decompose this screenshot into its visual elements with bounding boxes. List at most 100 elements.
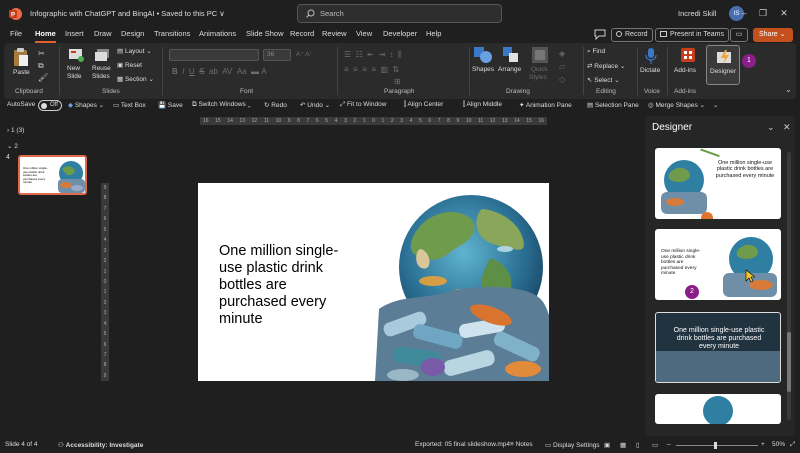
bold-icon[interactable]: B bbox=[172, 67, 178, 76]
fit-slide-icon[interactable]: ⤢ bbox=[790, 441, 795, 449]
reset-button[interactable]: ▣ Reset bbox=[117, 61, 142, 69]
design-idea-4[interactable] bbox=[655, 394, 781, 424]
slide-thumbnail-4[interactable]: One million single-use plastic drink bot… bbox=[18, 155, 87, 195]
tab-view[interactable]: View bbox=[356, 29, 372, 38]
scrollbar-thumb[interactable] bbox=[787, 332, 791, 392]
user-name[interactable]: Incredi Skill bbox=[678, 9, 716, 18]
reading-view-icon[interactable]: ▯ bbox=[636, 441, 640, 449]
addins-icon[interactable] bbox=[680, 47, 696, 63]
section-2[interactable]: ⌄ 2 bbox=[7, 142, 18, 150]
display-settings-button[interactable]: ▭ Display Settings bbox=[545, 441, 600, 449]
zoom-level[interactable]: 50% bbox=[772, 441, 785, 448]
microphone-icon[interactable] bbox=[645, 47, 657, 65]
arrange-icon[interactable] bbox=[502, 46, 520, 64]
zoom-in-icon[interactable]: + bbox=[761, 441, 765, 448]
pane-close-icon[interactable]: ✕ bbox=[783, 122, 791, 133]
textbox-button[interactable]: ▭ Text Box bbox=[113, 101, 146, 109]
select-button[interactable]: ↖ Select ⌄ bbox=[587, 76, 620, 84]
convert-smartart-icon[interactable]: ⊞ bbox=[394, 77, 401, 86]
tab-review[interactable]: Review bbox=[322, 29, 347, 38]
align-center-button[interactable]: ⫿ Align Center bbox=[404, 101, 443, 109]
design-idea-2[interactable]: One million single-use plastic drink bot… bbox=[655, 229, 781, 300]
tab-transitions[interactable]: Transitions bbox=[154, 29, 190, 38]
minimize-icon[interactable]: – bbox=[737, 6, 751, 20]
highlight-icon[interactable]: ▬ bbox=[251, 67, 259, 76]
tab-design[interactable]: Design bbox=[121, 29, 144, 38]
document-title[interactable]: Infographic with ChatGPT and BingAI • Sa… bbox=[30, 9, 225, 18]
italic-icon[interactable]: I bbox=[182, 67, 184, 76]
font-size-box[interactable]: 36 bbox=[263, 49, 291, 61]
group-drawing-label: Drawing bbox=[506, 88, 530, 95]
animation-pane-button[interactable]: ✦ Animation Pane bbox=[519, 101, 572, 109]
tab-file[interactable]: File bbox=[10, 29, 22, 38]
share-button[interactable]: Share ⌄ bbox=[753, 28, 793, 42]
tab-home[interactable]: Home bbox=[35, 29, 56, 38]
maximize-icon[interactable]: ❐ bbox=[756, 6, 770, 20]
tab-record[interactable]: Record bbox=[290, 29, 314, 38]
quick-styles-icon[interactable] bbox=[531, 46, 549, 64]
align-icons[interactable]: ≡ ≡ ≡ ≡ ▥ ⇅ bbox=[344, 65, 399, 74]
cut-icon[interactable]: ✂ bbox=[38, 49, 45, 58]
save-button[interactable]: 💾 Save bbox=[158, 101, 183, 109]
new-slide-icon[interactable] bbox=[68, 48, 84, 62]
font-format-icons[interactable]: B I U S ab AV Aa ▬ A bbox=[172, 67, 267, 76]
format-painter-icon[interactable]: 🖌 bbox=[38, 73, 48, 82]
shapes-icon[interactable] bbox=[473, 46, 493, 64]
grow-font-icon[interactable]: A⁺ A⁻ bbox=[296, 50, 313, 58]
tab-animations[interactable]: Animations bbox=[199, 29, 236, 38]
tab-insert[interactable]: Insert bbox=[65, 29, 84, 38]
replace-button[interactable]: ⇄ Replace ⌄ bbox=[587, 62, 625, 70]
designer-scrollbar[interactable] bbox=[787, 152, 791, 420]
fit-to-window-button[interactable]: ⤢ Fit to Window bbox=[340, 101, 386, 109]
reuse-slides-icon[interactable] bbox=[94, 48, 110, 62]
zoom-slider[interactable] bbox=[676, 442, 758, 449]
notes-button[interactable]: ≡ Notes bbox=[510, 441, 533, 448]
copy-icon[interactable]: ⧉ bbox=[38, 61, 44, 71]
design-idea-1[interactable]: One million single-use plastic drink bot… bbox=[655, 148, 781, 219]
paste-icon[interactable] bbox=[12, 47, 30, 67]
accessibility-status[interactable]: ⚇ Accessibility: Investigate bbox=[58, 441, 143, 449]
tab-help[interactable]: Help bbox=[426, 29, 441, 38]
font-name-box[interactable] bbox=[169, 49, 259, 61]
undo-button[interactable]: ↶ Undo ⌄ bbox=[300, 101, 330, 109]
comments-icon[interactable] bbox=[594, 29, 607, 41]
slideshow-view-icon[interactable]: ▭ bbox=[652, 441, 658, 449]
record-button[interactable]: Record bbox=[611, 28, 653, 42]
tab-developer[interactable]: Developer bbox=[383, 29, 417, 38]
underline-icon[interactable]: U bbox=[189, 67, 195, 76]
strikethrough-icon[interactable]: S bbox=[199, 67, 204, 76]
zoom-slider-thumb[interactable] bbox=[714, 442, 717, 449]
design-idea-3[interactable]: One million single-use plastic drink bot… bbox=[655, 312, 781, 383]
section-1[interactable]: › 1 (3) bbox=[7, 127, 24, 134]
tab-slide-show[interactable]: Slide Show bbox=[246, 29, 284, 38]
shape-outline-icon[interactable]: ▱ bbox=[559, 62, 565, 71]
slide-sorter-icon[interactable]: ▦ bbox=[620, 441, 626, 449]
globe-plastic-bottles-image[interactable] bbox=[373, 189, 549, 381]
customize-qat-icon[interactable]: ⌄ bbox=[713, 101, 718, 109]
font-color-icon[interactable]: A bbox=[261, 67, 266, 76]
find-button[interactable]: ⌕ Find bbox=[587, 48, 605, 56]
align-middle-button[interactable]: ⫿ Align Middle bbox=[463, 101, 502, 109]
section-button[interactable]: ▦ Section ⌄ bbox=[117, 75, 154, 83]
shape-fill-icon[interactable]: ◈ bbox=[559, 49, 565, 58]
list-icons[interactable]: ☰ ☷ ⇤ ⇥ ↕ ⫼ bbox=[344, 50, 402, 60]
close-icon[interactable]: ✕ bbox=[777, 6, 791, 20]
present-in-teams-button[interactable]: Present in Teams bbox=[655, 28, 729, 42]
shapes-qat-button[interactable]: ◆ Shapes ⌄ bbox=[68, 101, 104, 109]
zoom-out-icon[interactable]: – bbox=[667, 441, 671, 448]
switch-windows-button[interactable]: ⧉ Switch Windows ⌄ bbox=[192, 101, 251, 109]
tab-draw[interactable]: Draw bbox=[94, 29, 112, 38]
slide-canvas[interactable]: One million single-use plastic drink bot… bbox=[198, 183, 549, 381]
slide-title-text[interactable]: One million single-use plastic drink bot… bbox=[219, 243, 349, 328]
selection-pane-button[interactable]: ▤ Selection Pane bbox=[587, 101, 639, 109]
layout-button[interactable]: ▤ Layout ⌄ bbox=[117, 47, 152, 55]
designer-button[interactable]: Designer bbox=[706, 45, 740, 85]
merge-shapes-button[interactable]: ◎ Merge Shapes ⌄ bbox=[648, 101, 705, 109]
normal-view-icon[interactable]: ▣ bbox=[604, 441, 610, 449]
shape-effects-icon[interactable]: ◇ bbox=[559, 75, 565, 84]
redo-button[interactable]: ↻ Redo bbox=[264, 101, 287, 109]
search-box[interactable]: Search bbox=[297, 4, 502, 23]
pane-collapse-icon[interactable]: ⌄ bbox=[767, 122, 775, 133]
ribbon-collapse-icon[interactable]: ⌄ bbox=[785, 85, 792, 94]
comments-panel-button[interactable]: ▭ bbox=[730, 28, 748, 42]
